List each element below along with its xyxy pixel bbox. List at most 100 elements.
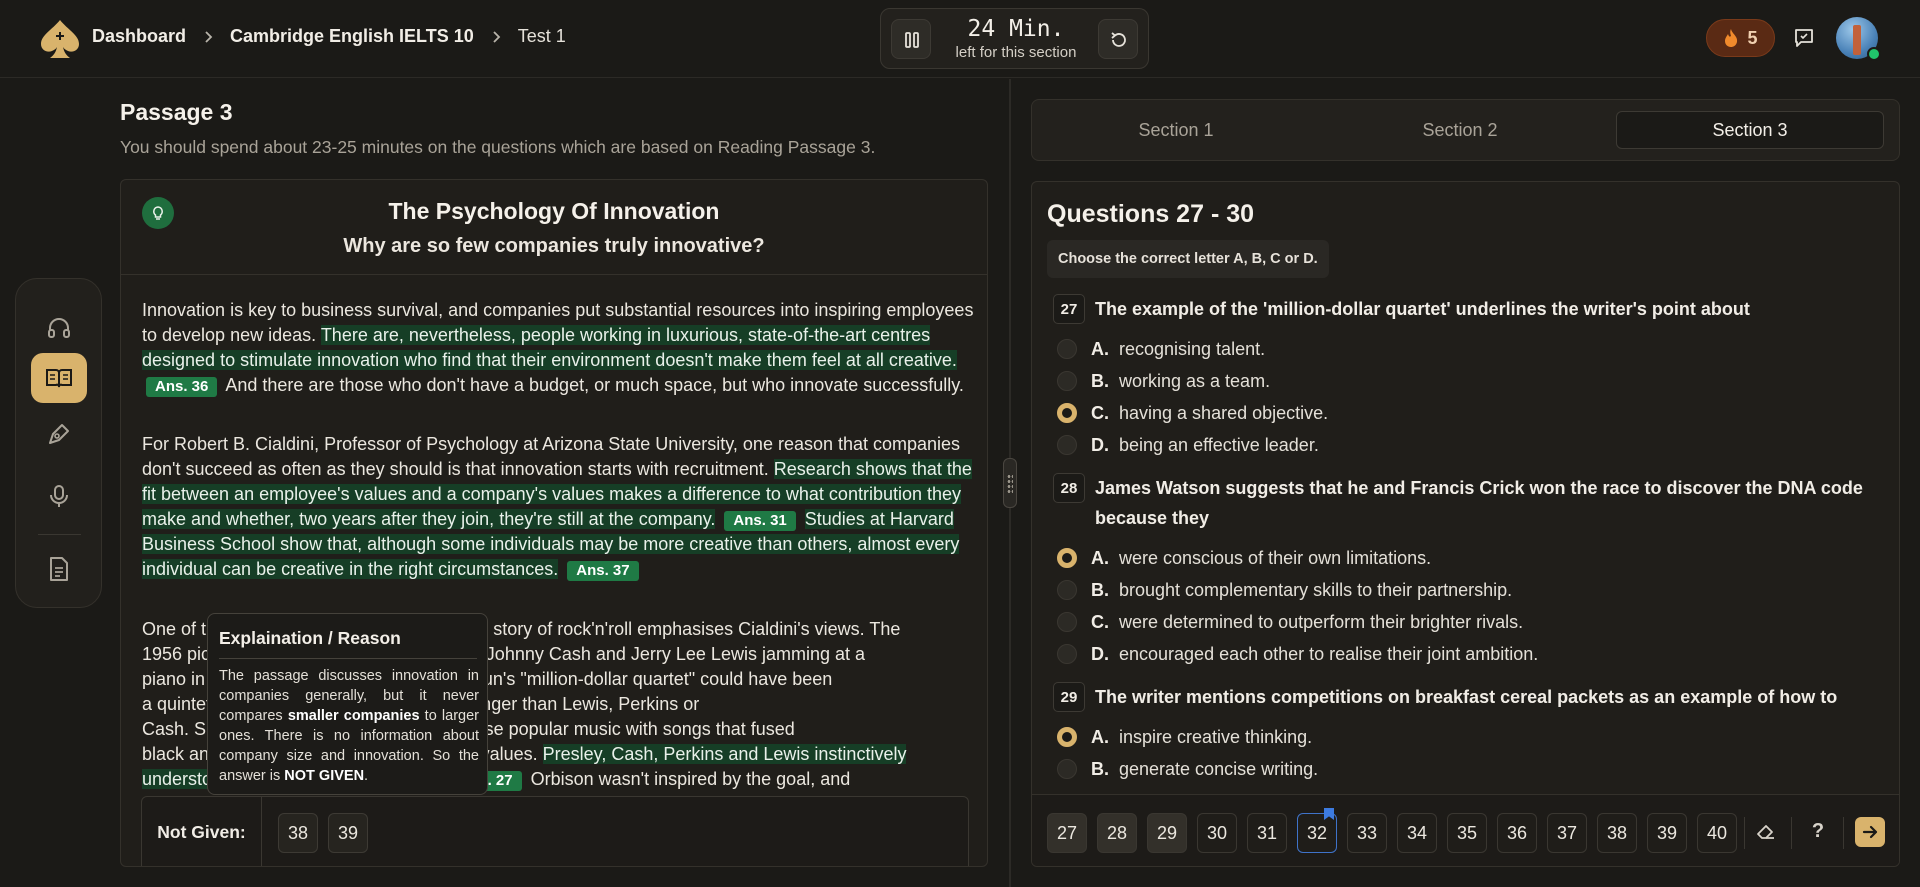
resize-handle[interactable] [1003,458,1017,508]
nav-question-37[interactable]: 37 [1547,813,1587,853]
writing-tool-button[interactable] [31,409,87,459]
toolbar-divider [38,534,81,535]
nav-question-32[interactable]: 32 [1297,808,1337,853]
fire-icon [1725,29,1738,47]
notes-tool-button[interactable] [31,544,87,594]
section-timer: 24 Min. left for this section [880,8,1149,69]
option-27-a[interactable]: A. recognising talent. [1057,336,1265,362]
help-button[interactable]: ? [1806,819,1830,843]
option-28-d[interactable]: D. encouraged each other to realise their… [1057,641,1538,667]
breadcrumb-dashboard[interactable]: Dashboard [92,26,186,47]
nav-question-35[interactable]: 35 [1447,813,1487,853]
pause-button[interactable] [891,19,931,59]
nav-question-34[interactable]: 34 [1397,813,1437,853]
passage-text: And there are those who don't have a bud… [225,375,964,395]
option-28-a[interactable]: A. were conscious of their own limitation… [1057,545,1431,571]
not-given-item-38[interactable]: 38 [278,813,318,853]
option-27-b[interactable]: B. working as a team. [1057,368,1270,394]
nav-question-30[interactable]: 30 [1197,813,1237,853]
speaking-tool-button[interactable] [31,471,87,521]
option-text: were conscious of their own limitations. [1119,547,1432,568]
spade-logo-icon[interactable] [38,18,82,60]
answer-badge-31[interactable]: Ans. 31 [724,511,796,531]
nav-question-28[interactable]: 28 [1097,813,1137,853]
radio-button[interactable] [1057,371,1077,391]
not-given-item-39[interactable]: 39 [328,813,368,853]
listening-tool-button[interactable] [31,303,87,353]
section-tabs: Section 1 Section 2 Section 3 [1031,99,1900,161]
option-text: having a shared objective. [1119,402,1329,423]
avatar[interactable] [1836,17,1881,61]
breadcrumb-book[interactable]: Cambridge English IELTS 10 [230,26,474,47]
chevron-right-icon [205,30,213,43]
chevron-right-icon [493,30,501,43]
option-letter: C. [1091,402,1109,423]
question-number: 27 [1053,294,1085,324]
option-text: inspire creative thinking. [1119,726,1313,747]
option-letter: D. [1091,643,1109,664]
breadcrumb-test: Test 1 [517,26,566,46]
nav-question-33[interactable]: 33 [1347,813,1387,853]
radio-button[interactable] [1057,435,1077,455]
option-29-a[interactable]: A. inspire creative thinking. [1057,724,1312,750]
passage-heading: Passage 3 [120,99,233,125]
highlighted-answer-text[interactable]: Presley, Cash, Perkins and Lewis instinc… [542,744,907,764]
tab-section-3[interactable]: Section 3 [1616,111,1884,149]
reset-timer-button[interactable] [1098,19,1138,59]
not-given-bar: Not Given: 38 39 [141,796,969,866]
passage-subtitle: Why are so few companies truly innovativ… [343,235,765,257]
eraser-icon [1757,825,1774,839]
answer-badge-36[interactable]: Ans. 36 [146,377,218,397]
nav-question-29[interactable]: 29 [1147,813,1187,853]
reading-tool-button[interactable] [31,353,87,403]
radio-button-selected[interactable] [1057,548,1077,568]
question-number: 28 [1053,473,1085,503]
timer-time: 24 Min. [967,16,1065,42]
timer-subtitle: left for this section [955,44,1077,61]
radio-button[interactable] [1057,580,1077,600]
nav-question-39[interactable]: 39 [1647,813,1687,853]
option-28-c[interactable]: C. were determined to outperform their br… [1057,609,1523,635]
tab-section-1[interactable]: Section 1 [1042,111,1310,149]
headphones-icon [48,318,70,338]
chat-icon[interactable] [1792,26,1816,50]
option-27-d[interactable]: D. being an effective leader. [1057,432,1319,458]
passage-paragraph-2: For Robert B. Cialdini, Professor of Psy… [142,432,982,582]
option-28-b[interactable]: B. brought complementary skills to their … [1057,577,1512,603]
tab-section-2[interactable]: Section 2 [1326,111,1594,149]
option-letter: A. [1091,547,1109,568]
streak-badge[interactable]: 5 [1706,19,1775,57]
nav-question-36[interactable]: 36 [1497,813,1537,853]
option-text: being an effective leader. [1119,434,1319,455]
question-text: The writer mentions competitions on brea… [1095,687,1838,707]
nav-question-38[interactable]: 38 [1597,813,1637,853]
answer-badge-37[interactable]: Ans. 37 [567,561,639,581]
radio-button[interactable] [1057,339,1077,359]
option-letter: B. [1091,579,1109,600]
eraser-button[interactable] [1754,819,1778,843]
radio-button[interactable] [1057,759,1077,779]
radio-button-selected[interactable] [1057,727,1077,747]
radio-button[interactable] [1057,612,1077,632]
questions-card: Questions 27 - 30 Choose the correct let… [1031,181,1900,867]
option-27-c[interactable]: C. having a shared objective. [1057,400,1328,426]
question-number: 29 [1053,682,1085,712]
option-29-b[interactable]: B. generate concise writing. [1057,756,1318,782]
nav-question-31[interactable]: 31 [1247,813,1287,853]
radio-button-selected[interactable] [1057,403,1077,423]
reset-icon [1111,32,1126,47]
next-button[interactable] [1855,817,1885,847]
option-text: recognising talent. [1119,338,1266,359]
explanation-tooltip: Explaination / Reason The passage discus… [207,613,488,795]
questions-heading: Questions 27 - 30 [1047,200,1255,228]
question-navigator: 27 28 29 30 31 32 33 34 35 36 37 38 39 4… [1032,794,1899,866]
radio-button[interactable] [1057,644,1077,664]
streak-count: 5 [1747,27,1758,48]
bookmark-icon [1324,808,1334,820]
nav-question-40[interactable]: 40 [1697,813,1737,853]
passage-title-header: The Psychology Of Innovation Why are so … [121,180,987,275]
option-text: brought complementary skills to their pa… [1119,579,1513,600]
passage-title: The Psychology Of Innovation [388,198,720,224]
online-status-dot [1867,47,1881,61]
nav-question-27[interactable]: 27 [1047,813,1087,853]
